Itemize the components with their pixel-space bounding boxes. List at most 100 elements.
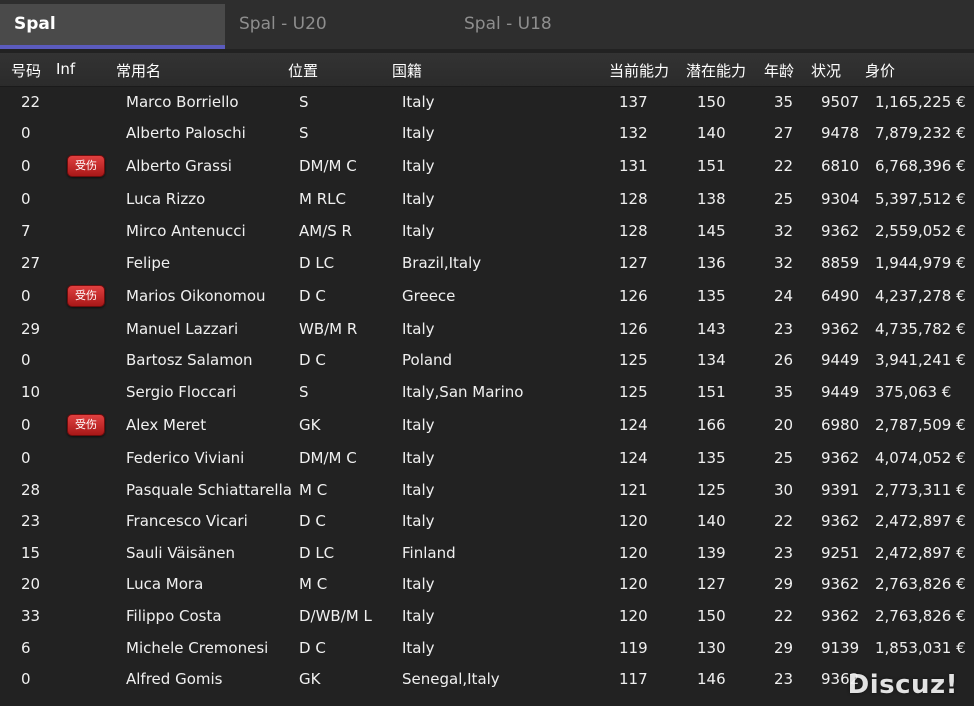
cell-nationality: Italy (402, 222, 435, 241)
cell-number: 0 (21, 449, 31, 468)
cell-value: 5,397,512 € (875, 190, 966, 209)
cell-ca: 117 (619, 670, 648, 689)
column-header-position[interactable]: 位置 (288, 60, 318, 81)
table-row[interactable]: 28 Pasquale Schiattarella M C Italy 121 125 30… (0, 474, 974, 506)
cell-number: 23 (21, 512, 41, 531)
cell-nationality: Senegal,Italy (402, 670, 500, 689)
watermark-logo: Discuz! (847, 670, 958, 700)
player-table: 22 Marco Borriello S Italy 137 150 35 9507 1,165… (0, 86, 974, 695)
cell-nationality: Italy (402, 575, 435, 594)
cell-name: Manuel Lazzari (126, 319, 239, 338)
cell-name: Sergio Floccari (126, 382, 237, 401)
tab-spal[interactable]: Spal (0, 4, 225, 45)
tab-spal-u20[interactable]: Spal - U20 (239, 4, 327, 45)
cell-ca: 125 (619, 351, 648, 370)
cell-nationality: Italy (402, 416, 435, 434)
cell-value: 2,472,897 € (875, 512, 966, 531)
cell-age: 27 (774, 124, 794, 143)
cell-name: Alberto Grassi (126, 157, 232, 176)
cell-position: GK (299, 416, 321, 434)
table-row[interactable]: 22 Marco Borriello S Italy 137 150 35 9507 1,165… (0, 86, 974, 118)
cell-ca: 121 (619, 480, 648, 499)
table-row[interactable]: 0 Alex Meret GK Italy 124 166 20 6980 2,787,509 … (0, 408, 974, 443)
table-row[interactable]: 10 Sergio Floccari S Italy,San Marino 125 151… (0, 376, 974, 408)
table-row[interactable]: 27 Felipe D LC Brazil,Italy 127 136 32 8859 1,94… (0, 247, 974, 279)
cell-name: Marco Borriello (126, 92, 239, 111)
cell-position: M C (299, 480, 328, 499)
column-header-inf[interactable]: Inf (56, 60, 75, 78)
cell-value: 1,944,979 € (875, 253, 966, 272)
cell-number: 15 (21, 543, 41, 562)
cell-pa: 139 (697, 543, 726, 562)
cell-age: 35 (774, 92, 794, 111)
table-row[interactable]: 6 Michele Cremonesi D C Italy 119 130 29 9139 1,… (0, 632, 974, 664)
cell-condition: 9362 (821, 575, 860, 594)
cell-number: 0 (21, 286, 31, 305)
cell-nationality: Italy (402, 480, 435, 499)
cell-value: 2,763,826 € (875, 607, 966, 626)
cell-nationality: Italy (402, 512, 435, 531)
table-row[interactable]: 29 Manuel Lazzari WB/M R Italy 126 143 23 9362 4… (0, 313, 974, 345)
injury-badge: 受伤 (67, 414, 105, 436)
cell-condition: 8859 (821, 253, 860, 272)
cell-age: 23 (774, 319, 794, 338)
table-row[interactable]: 0 Marios Oikonomou D C Greece 126 135 24 6490 4,… (0, 278, 974, 313)
cell-name: Alfred Gomis (126, 670, 223, 689)
cell-name: Marios Oikonomou (126, 286, 266, 305)
cell-condition: 9251 (821, 543, 860, 562)
table-row[interactable]: 33 Filippo Costa D/WB/M L Italy 120 150 22 9362… (0, 600, 974, 632)
table-row[interactable]: 0 Alfred Gomis GK Senegal,Italy 117 146 23 9362 (0, 663, 974, 695)
cell-pa: 135 (697, 286, 726, 305)
cell-nationality: Poland (402, 351, 453, 370)
cell-age: 22 (774, 157, 794, 176)
table-row[interactable]: 7 Mirco Antenucci AM/S R Italy 128 145 32 9362 2… (0, 215, 974, 247)
table-row[interactable]: 20 Luca Mora M C Italy 120 127 29 9362 2,763,826… (0, 569, 974, 601)
cell-number: 6 (21, 638, 31, 657)
cell-position: D LC (299, 253, 335, 272)
cell-nationality: Italy (402, 92, 435, 111)
table-row[interactable]: 0 Alberto Grassi DM/M C Italy 131 151 22 6810 6,… (0, 149, 974, 184)
column-header-age[interactable]: 年龄 (764, 60, 794, 81)
cell-value: 375,063 € (875, 382, 952, 401)
cell-pa: 145 (697, 222, 726, 241)
cell-ca: 131 (619, 157, 648, 176)
table-row[interactable]: 0 Bartosz Salamon D C Poland 125 134 26 9449 3,9… (0, 345, 974, 377)
cell-condition: 9362 (821, 319, 860, 338)
cell-value: 2,773,311 € (875, 480, 966, 499)
cell-age: 20 (774, 416, 794, 434)
cell-age: 30 (774, 480, 794, 499)
injury-badge: 受伤 (67, 155, 105, 178)
column-header-nationality[interactable]: 国籍 (392, 60, 422, 81)
column-header-name[interactable]: 常用名 (116, 60, 161, 81)
column-header-ca[interactable]: 当前能力 (609, 60, 669, 81)
cell-name: Pasquale Schiattarella (126, 480, 292, 499)
cell-ca: 126 (619, 319, 648, 338)
cell-nationality: Italy (402, 157, 435, 176)
column-header-number[interactable]: 号码 (11, 60, 41, 81)
table-row[interactable]: 0 Luca Rizzo M RLC Italy 128 138 25 9304 5,397,5… (0, 184, 974, 216)
cell-ca: 120 (619, 607, 648, 626)
cell-number: 33 (21, 607, 41, 626)
table-row[interactable]: 0 Alberto Paloschi S Italy 132 140 27 9478 7,879… (0, 118, 974, 150)
cell-name: Alberto Paloschi (126, 124, 246, 143)
cell-name: Luca Rizzo (126, 190, 206, 209)
table-row[interactable]: 15 Sauli Väisänen D LC Finland 120 139 23 9251 2… (0, 537, 974, 569)
cell-ca: 119 (619, 638, 648, 657)
cell-pa: 143 (697, 319, 726, 338)
table-row[interactable]: 23 Francesco Vicari D C Italy 120 140 22 9362 2,… (0, 505, 974, 537)
column-header-value[interactable]: 身价 (865, 60, 895, 81)
cell-position: D C (299, 512, 326, 531)
tab-spal-u18[interactable]: Spal - U18 (464, 4, 552, 45)
cell-number: 29 (21, 319, 41, 338)
cell-nationality: Finland (402, 543, 456, 562)
cell-position: DM/M C (299, 449, 357, 468)
cell-value: 1,853,031 € (875, 638, 966, 657)
cell-condition: 9362 (821, 512, 860, 531)
cell-age: 35 (774, 382, 794, 401)
column-header-condition[interactable]: 状况 (811, 60, 841, 81)
column-header-pa[interactable]: 潜在能力 (686, 60, 746, 81)
cell-age: 23 (774, 543, 794, 562)
table-row[interactable]: 0 Federico Viviani DM/M C Italy 124 135 25 9362… (0, 442, 974, 474)
cell-name: Filippo Costa (126, 607, 222, 626)
cell-condition: 9507 (821, 92, 860, 111)
